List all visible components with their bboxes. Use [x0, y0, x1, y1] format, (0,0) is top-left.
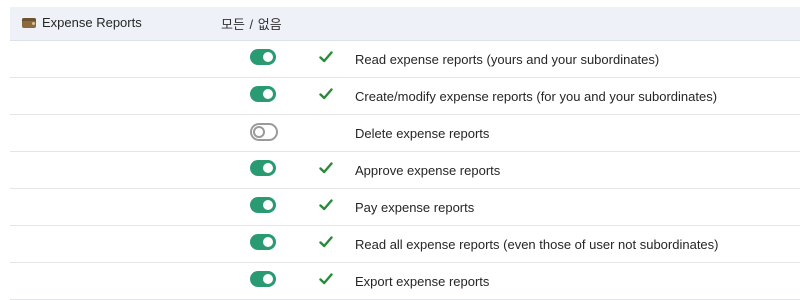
toggle-on-icon[interactable]	[250, 160, 276, 176]
permission-label: Pay expense reports	[355, 200, 475, 215]
toggle-knob	[263, 163, 273, 173]
check-icon	[319, 236, 333, 248]
check-icon	[319, 51, 333, 63]
toggle-knob	[263, 237, 273, 247]
toggle-knob	[263, 274, 273, 284]
permission-row: Delete expense reports	[10, 115, 800, 152]
toggle-on-icon[interactable]	[250, 271, 276, 287]
permission-label: Export expense reports	[355, 274, 490, 289]
permission-label: Create/modify expense reports (for you a…	[355, 89, 718, 104]
check-icon	[319, 88, 333, 100]
select-none-link[interactable]: 없음	[258, 17, 282, 32]
toggle-on-icon[interactable]	[250, 197, 276, 213]
toggle-knob	[263, 52, 273, 62]
permission-label: Read expense reports (yours and your sub…	[355, 52, 660, 67]
check-icon	[319, 162, 333, 174]
select-all-link[interactable]: 모든	[221, 17, 245, 32]
toggle-knob	[263, 89, 273, 99]
permission-label: Approve expense reports	[355, 163, 501, 178]
module-label: Expense Reports	[42, 15, 142, 30]
toggle-off-icon[interactable]	[250, 123, 278, 141]
toggle-knob	[263, 200, 273, 210]
toggle-on-icon[interactable]	[250, 86, 276, 102]
permission-row: Pay expense reports	[10, 189, 800, 226]
permission-label: Read all expense reports (even those of …	[355, 237, 719, 252]
permission-row: Create/modify expense reports (for you a…	[10, 78, 800, 115]
permission-row: Read expense reports (yours and your sub…	[10, 41, 800, 78]
permission-label: Delete expense reports	[355, 126, 490, 141]
permission-row: Export expense reports	[10, 263, 800, 300]
all-none-separator: /	[249, 17, 254, 32]
toggle-knob	[253, 126, 265, 138]
permissions-table: Expense Reports 모든 / 없음 Read expense rep…	[10, 7, 800, 300]
all-none-selector: 모든 / 없음	[221, 14, 282, 33]
toggle-on-icon[interactable]	[250, 234, 276, 250]
module-title: Expense Reports	[22, 15, 142, 30]
module-header-row: Expense Reports 모든 / 없음	[10, 7, 800, 41]
toggle-on-icon[interactable]	[250, 49, 276, 65]
check-icon	[319, 199, 333, 211]
wallet-icon	[22, 17, 36, 28]
check-icon	[319, 273, 333, 285]
permission-row: Approve expense reports	[10, 152, 800, 189]
permission-row: Read all expense reports (even those of …	[10, 226, 800, 263]
